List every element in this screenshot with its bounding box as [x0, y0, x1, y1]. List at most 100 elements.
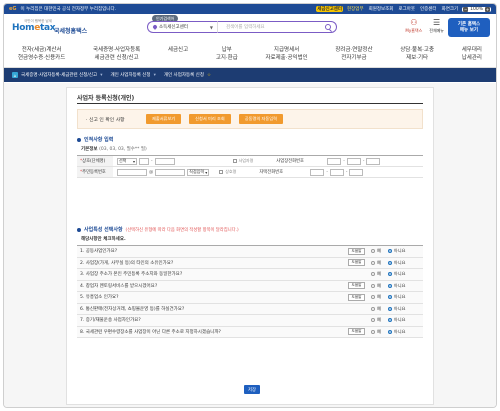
save-button[interactable]: 저장 [244, 385, 260, 394]
personal-info-form: 상호(단체명) 선택▾ - 사업자명 사업장전화번호 - - [77, 155, 423, 178]
help-button[interactable]: 도움말 [348, 328, 365, 336]
member-info-link[interactable]: 회원정보조회 [368, 6, 395, 12]
preview-application-button[interactable]: 신청서 미리 조회 [189, 114, 231, 124]
no-radio[interactable] [387, 306, 392, 311]
biz-phone-1[interactable] [327, 157, 342, 165]
bullet-icon [77, 227, 81, 232]
no-radio[interactable] [387, 329, 392, 334]
all-menu-button[interactable]: ☰ 전체메뉴 [429, 19, 444, 34]
gnb-item-consult[interactable]: 상담·불복·고충 제보·기타 [400, 42, 434, 67]
yes-radio[interactable] [371, 306, 375, 311]
yes-radio[interactable] [371, 318, 375, 323]
cert-center-link[interactable]: 인증센터 [419, 6, 438, 12]
screen-size-label: 화면크기 [441, 7, 459, 12]
no-radio[interactable] [387, 260, 392, 265]
help-button[interactable]: 도움말 [348, 282, 365, 290]
table-row: 8. 국세관련 우편수령장소를 사업장이 아닌 다른 주소로 지정하시겠습니까?… [77, 326, 423, 338]
yes-radio[interactable] [371, 283, 375, 288]
favorite-star-icon[interactable]: ☆ [207, 73, 211, 78]
trade-name-checkbox[interactable] [219, 170, 224, 174]
no-radio[interactable] [387, 318, 392, 323]
gnb-item-einvoice[interactable]: 전자(세금)계산서 현금영수증·신용카드 [18, 42, 65, 67]
page-title: 사업자 등록신청(개인) [77, 95, 135, 102]
help-button[interactable]: 도움말 [348, 247, 365, 255]
logout-link[interactable]: 로그아웃 [397, 6, 416, 12]
table-row: 2. 사업장(가게, 사무실 등)의 타인의 소유인가요? 도움말 예 아니요 [77, 257, 423, 269]
title-divider [77, 103, 423, 104]
hometax-logo[interactable]: 국민이 행복한 납세 Hometax 국세청홈택스 [12, 19, 87, 37]
biz-phone-3[interactable] [366, 157, 381, 165]
yes-radio[interactable] [371, 272, 375, 277]
search-placeholder: 검색어를 입력하세요 [226, 25, 265, 30]
table-row: 4. 창업자 멘토링서비스를 받으시겠어요? 도움말 예 아니요 [77, 280, 423, 292]
chevron-down-icon: ▾ [100, 72, 103, 78]
zoom-out-icon[interactable]: − [463, 6, 469, 12]
zoom-level: 100% [470, 6, 483, 12]
gnb-item-incentive[interactable]: 장려금·연말정산 전자기부금 [335, 42, 372, 67]
no-radio[interactable] [387, 249, 392, 254]
business-name-checkbox[interactable] [232, 159, 237, 163]
breadcrumb-item-1[interactable]: ⌂ 국세증명·사업자등록·세금관련 신청/신고 ▾ [12, 72, 102, 78]
yes-radio[interactable] [371, 260, 375, 265]
search-category-select[interactable]: 소득세신고센터 ▼ [147, 21, 217, 33]
view-documents-button[interactable]: 제출서류보기 [146, 114, 182, 124]
resident-id-1[interactable] [117, 168, 147, 176]
help-button[interactable]: 도움말 [348, 259, 365, 267]
help-button-empty [348, 271, 365, 278]
basic-info-heading: 기본정보 (03, 03, 03, 필수** 필) [81, 147, 147, 152]
search-input[interactable]: 검색어를 입력하세요 [217, 21, 337, 33]
gnb-item-certificate[interactable]: 국세증명·사업자등록 세금관련 신청/신고 [93, 42, 140, 67]
help-button[interactable]: 도움말 [348, 293, 365, 301]
home-phone-1[interactable] [310, 168, 325, 176]
name-field-1[interactable] [139, 157, 149, 165]
domain-select[interactable]: 직접입력 ▾ [187, 168, 210, 176]
field-label: 사업장전화번호 [273, 156, 324, 166]
search-category-value: 소득세신고센터 [159, 25, 188, 30]
my-hometax-button[interactable]: ⚇ My홈택스 [405, 19, 422, 34]
field-work-link[interactable]: 현장업무 [346, 6, 365, 12]
breadcrumb-item-3[interactable]: 개인 사업자등록 신청 ☆ [164, 72, 211, 79]
tax-filing-center-link[interactable]: 세금신고센터 [316, 6, 344, 12]
zoom-in-icon[interactable]: + [485, 6, 490, 12]
logo-korean: 국세청홈택스 [54, 28, 88, 35]
no-radio[interactable] [387, 283, 392, 288]
resident-id-2[interactable] [155, 168, 186, 176]
home-icon[interactable]: ⌂ [12, 72, 18, 78]
breadcrumb-item-2[interactable]: 개인 사업자등록 신청 ▾ [110, 72, 155, 79]
checkbox-label: 상호명 [225, 169, 237, 174]
biz-phone-2[interactable] [346, 157, 361, 165]
legacy-menu-line2: 메뉴 보기 [459, 27, 479, 33]
form-row: 주민등록번호 @ 직접입력▾ 상호명 자택전화번호 - - [77, 167, 423, 178]
home-phone-2[interactable] [329, 168, 344, 176]
site-header: 국민이 행복한 납세 Hometax 국세청홈택스 인기검색어 소득세신고센터 … [4, 14, 496, 42]
yes-radio[interactable] [371, 249, 375, 254]
registration-panel: 사업자 등록신청(개인) 신고 인 확인 사항 제출서류보기 신청서 미리 조회… [66, 87, 434, 405]
hamburger-icon: ☰ [433, 18, 441, 27]
gnb-item-payment[interactable]: 납부 고지·환급 [216, 42, 238, 67]
yes-radio[interactable] [371, 295, 375, 300]
legacy-menu-button[interactable]: 기존 홈택스 메뉴 보기 [448, 18, 490, 37]
table-row: 1. 공동사업인가요? 도움말 예 아니요 [77, 246, 423, 258]
no-radio[interactable] [387, 272, 392, 277]
joint-name-autofill-button[interactable]: 공동명의 자동입력 [238, 114, 283, 124]
search-icon[interactable] [325, 24, 331, 30]
home-phone-3[interactable] [349, 168, 364, 176]
gnb-item-tax-filing[interactable]: 세금신고 [168, 42, 188, 67]
name-field-2[interactable] [154, 157, 175, 165]
browser-frame: eG 이 누리집은 대한민국 공식 전자정부 누리집입니다. 세금신고센터 현장… [3, 3, 497, 408]
no-radio[interactable] [387, 295, 392, 300]
main-navigation: 전자(세금)계산서 현금영수증·신용카드 국세증명·사업자등록 세금관련 신청/신고… [4, 42, 496, 68]
yes-radio[interactable] [371, 329, 375, 334]
field-label: 자택전화번호 [256, 167, 307, 177]
help-button-empty [348, 305, 365, 312]
gnb-item-statement[interactable]: 지급명세서 자료제출·공익법인 [265, 42, 307, 67]
table-row: 6. 통신판매(전자상거래, 쇼핑몰운영 등)를 하실건가요? 예 아니요 [77, 303, 423, 315]
help-button-empty [348, 317, 365, 324]
search-bar: 소득세신고센터 ▼ 검색어를 입력하세요 [147, 21, 337, 33]
field-label: 상호(단체명) [77, 156, 113, 166]
zoom-control: − 100% + [462, 6, 491, 12]
gnb-item-agent[interactable]: 세무대리 납세관리 [462, 42, 482, 67]
name-type-select[interactable]: 선택 ▾ [117, 157, 137, 165]
gov-banner: eG 이 누리집은 대한민국 공식 전자정부 누리집입니다. 세금신고센터 현장… [4, 4, 496, 14]
table-row: 7. 증기/재물운송 사업자인가요? 예 아니요 [77, 315, 423, 327]
